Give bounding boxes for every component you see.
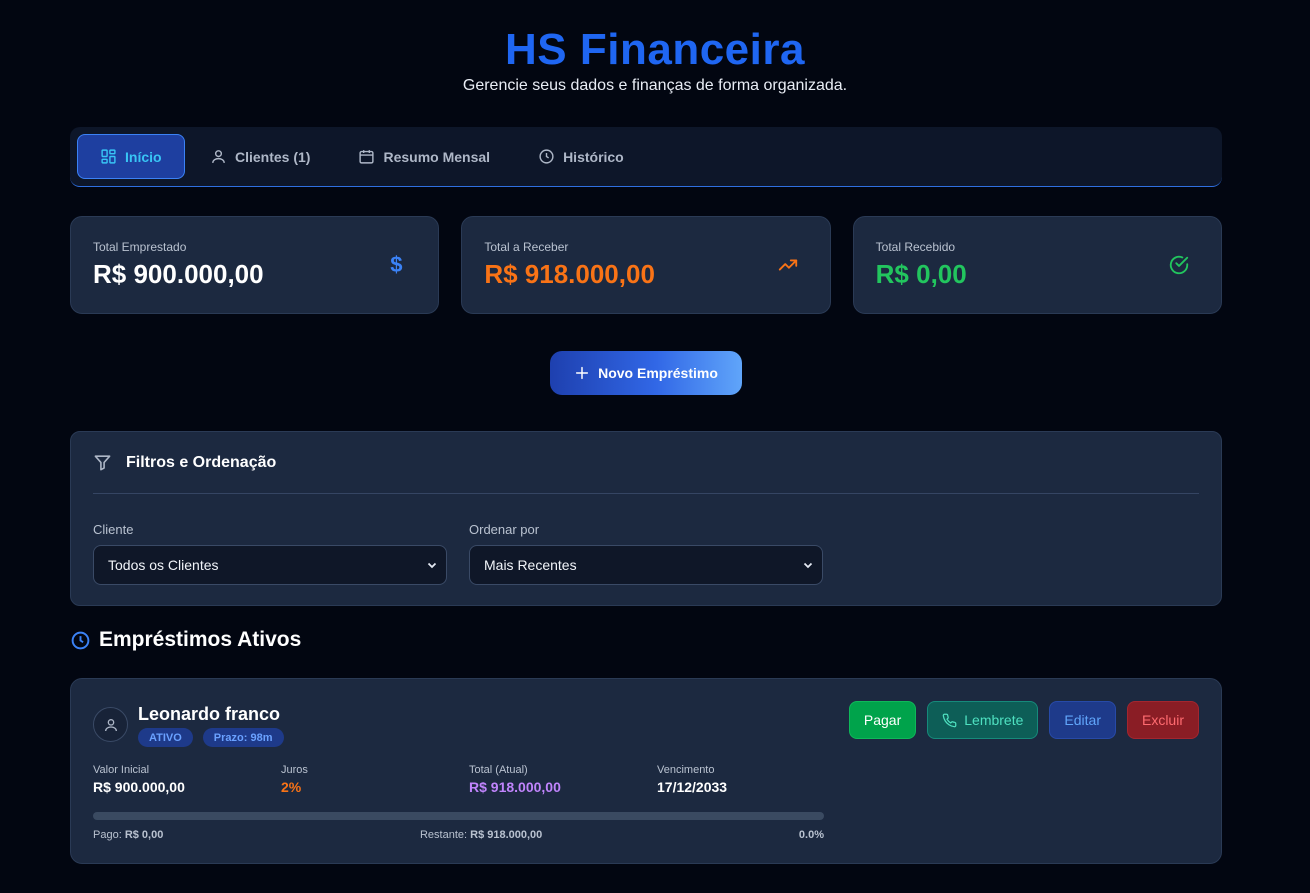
- interest-stat: Juros 2%: [281, 764, 469, 795]
- paid-label: Pago:: [93, 829, 122, 841]
- dashboard-icon: [101, 149, 116, 164]
- sort-select[interactable]: Mais Recentes: [469, 545, 823, 585]
- reminder-button[interactable]: Lembrete: [927, 701, 1039, 739]
- sort-select-value: Mais Recentes: [484, 557, 577, 573]
- sort-filter: Ordenar por Mais Recentes: [469, 522, 823, 585]
- edit-button[interactable]: Editar: [1049, 701, 1116, 739]
- plus-icon: [576, 366, 589, 380]
- filter-icon: [94, 455, 111, 471]
- chevron-down-icon: [803, 562, 813, 569]
- remaining-label: Restante:: [419, 829, 468, 841]
- avatar: [93, 707, 128, 742]
- tab-clientes[interactable]: Clientes (1): [187, 134, 333, 179]
- loan-card: Leonardo franco ATIVO Prazo: 98m Pagar L…: [70, 678, 1222, 864]
- sort-filter-label: Ordenar por: [469, 522, 540, 537]
- client-select-value: Todos os Clientes: [108, 557, 219, 573]
- app-title: HS Financeira: [505, 25, 805, 74]
- tab-label: Histórico: [563, 148, 624, 165]
- user-icon: [212, 150, 225, 163]
- card-label: Total a Receber: [484, 240, 569, 254]
- loan-badges: ATIVO Prazo: 98m: [138, 728, 284, 747]
- edit-label: Editar: [1064, 712, 1101, 728]
- paid-summary: Pago: R$ 0,00: [93, 829, 163, 841]
- tab-resumo-mensal[interactable]: Resumo Mensal: [335, 134, 513, 179]
- summary-cards: Total Emprestado R$ 900.000,00 $ Total a…: [70, 216, 1222, 314]
- interest-value: 2%: [281, 779, 302, 795]
- progress-percent: 0.0%: [798, 829, 824, 841]
- client-name: Leonardo franco: [138, 704, 281, 724]
- new-loan-button[interactable]: Novo Empréstimo: [550, 351, 742, 395]
- main-nav: Início Clientes (1) Resumo Mensal Histór…: [70, 127, 1222, 187]
- tab-label: Clientes (1): [235, 148, 311, 165]
- paid-value: R$ 0,00: [124, 829, 164, 841]
- term-badge: Prazo: 98m: [202, 728, 284, 747]
- initial-value-stat: Valor Inicial R$ 900.000,00: [93, 764, 281, 795]
- stat-label: Juros: [281, 764, 308, 776]
- stat-label: Vencimento: [657, 764, 715, 776]
- reminder-label: Lembrete: [964, 712, 1024, 728]
- phone-icon: [942, 713, 957, 727]
- card-label: Total Emprestado: [93, 240, 187, 254]
- payment-progress-bar: [93, 812, 824, 820]
- check-circle-icon: [1167, 253, 1191, 277]
- tab-historico[interactable]: Histórico: [515, 134, 647, 179]
- chevron-down-icon: [427, 562, 437, 569]
- app-subtitle: Gerencie seus dados e finanças de forma …: [462, 77, 848, 94]
- tab-label: Resumo Mensal: [383, 148, 491, 165]
- active-loans-heading: Empréstimos Ativos: [70, 628, 301, 652]
- status-badge: ATIVO: [138, 728, 193, 747]
- user-icon: [104, 718, 117, 731]
- clock-icon: [71, 631, 90, 649]
- total-value: R$ 918.000,00: [469, 779, 561, 795]
- total-received-card: Total Recebido R$ 0,00: [852, 216, 1222, 314]
- delete-label: Excluir: [1141, 712, 1184, 728]
- tab-label: Início: [125, 148, 162, 165]
- dollar-icon: $: [390, 252, 403, 277]
- initial-value: R$ 900.000,00: [93, 779, 185, 795]
- remaining-summary: Restante: R$ 918.000,00: [420, 829, 542, 841]
- filters-header: Filtros e Ordenação: [93, 432, 1199, 494]
- pay-label: Pagar: [863, 712, 902, 728]
- card-label: Total Recebido: [875, 240, 956, 254]
- due-date-value: 17/12/2033: [657, 779, 728, 795]
- total-receivable-card: Total a Receber R$ 918.000,00: [461, 216, 831, 314]
- new-loan-label: Novo Empréstimo: [598, 365, 718, 381]
- total-stat: Total (Atual) R$ 918.000,00: [469, 764, 657, 795]
- due-date-stat: Vencimento 17/12/2033: [657, 764, 845, 795]
- loan-actions: Pagar Lembrete Editar Excluir: [848, 701, 1199, 739]
- progress-labels: Pago: R$ 0,00 Restante: R$ 918.000,00 0.…: [93, 829, 824, 841]
- filters-panel: Filtros e Ordenação Cliente Todos os Cli…: [70, 431, 1222, 606]
- total-lent-value: R$ 900.000,00: [93, 259, 264, 289]
- trending-up-icon: [776, 253, 800, 277]
- calendar-icon: [359, 150, 375, 164]
- filters-row: Cliente Todos os Clientes Ordenar por Ma…: [93, 522, 1199, 585]
- remaining-value: R$ 918.000,00: [470, 829, 543, 841]
- stat-label: Valor Inicial: [93, 764, 150, 776]
- client-filter: Cliente Todos os Clientes: [93, 522, 447, 585]
- total-receivable-value: R$ 918.000,00: [484, 259, 655, 289]
- total-lent-card: Total Emprestado R$ 900.000,00 $: [70, 216, 440, 314]
- app-header: HS Financeira Gerencie seus dados e fina…: [0, 26, 1310, 95]
- clock-icon: [539, 149, 554, 164]
- loan-stats: Valor Inicial R$ 900.000,00 Juros 2% Tot…: [93, 764, 845, 795]
- active-loans-title: Empréstimos Ativos: [99, 628, 302, 651]
- delete-button[interactable]: Excluir: [1126, 701, 1199, 739]
- tab-inicio[interactable]: Início: [77, 134, 185, 179]
- pay-button[interactable]: Pagar: [848, 701, 917, 739]
- stat-label: Total (Atual): [469, 764, 528, 776]
- client-select[interactable]: Todos os Clientes: [93, 545, 447, 585]
- filters-title: Filtros e Ordenação: [126, 453, 277, 471]
- client-filter-label: Cliente: [93, 522, 134, 537]
- total-received-value: R$ 0,00: [875, 259, 967, 289]
